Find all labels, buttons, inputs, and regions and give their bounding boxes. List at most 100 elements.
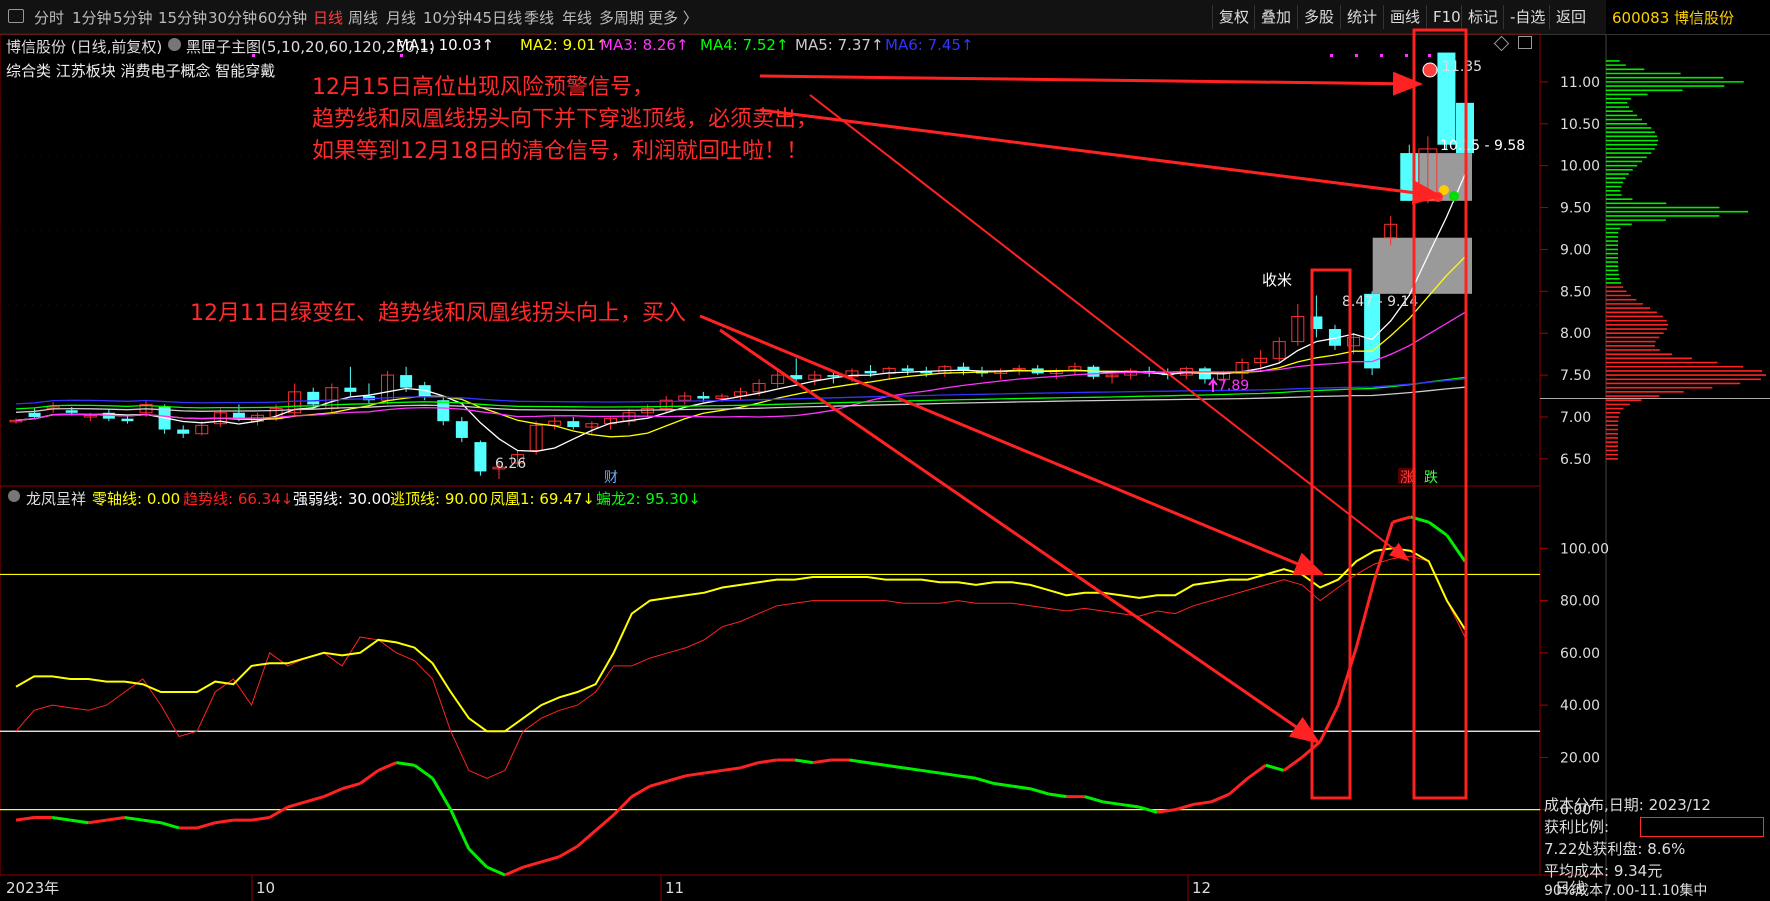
candle-body xyxy=(455,421,468,438)
candle-body xyxy=(567,421,580,428)
cost-title: 成本分布,日期: 2023/12 xyxy=(1544,796,1711,814)
dragon-segment xyxy=(341,782,361,791)
dragon-segment xyxy=(359,769,380,785)
dragon-segment xyxy=(396,761,415,767)
dragon-segment xyxy=(921,768,940,775)
candle-body xyxy=(121,418,134,422)
dragon-segment xyxy=(413,764,434,780)
avg-cost: 平均成本: 9.34元 xyxy=(1544,862,1663,880)
candle-body xyxy=(474,442,487,472)
dragon-segment xyxy=(305,795,325,804)
dragon-segment xyxy=(1193,800,1212,806)
date-label-12: 12 xyxy=(1192,879,1211,897)
dragon-segment xyxy=(722,766,741,772)
zhang-marker: 涨 xyxy=(1400,470,1414,486)
dragon-segment xyxy=(142,818,162,825)
signal-dot xyxy=(252,54,255,57)
profit-ratio-box xyxy=(1640,817,1764,837)
dragon-segment xyxy=(540,855,560,864)
cost-90: 90%成本7.00-11.10集中 xyxy=(1544,883,1708,899)
range-label-2: 8.47 - 9.14 xyxy=(1342,294,1418,310)
low-label: 6.26 xyxy=(495,456,526,472)
signal-dot xyxy=(1428,54,1431,57)
signal-dot xyxy=(1330,54,1333,57)
cai-marker: 财 xyxy=(604,470,618,486)
dragon-segment xyxy=(594,813,615,832)
dragon-segment xyxy=(1084,795,1104,804)
dragon-segment xyxy=(975,776,995,785)
signal-dot xyxy=(1355,54,1358,57)
profit-ratio-label: 获利比例: xyxy=(1544,818,1610,836)
dragon-segment xyxy=(467,847,488,869)
dragon-segment xyxy=(1228,777,1249,796)
dragon-segment xyxy=(1265,763,1285,772)
dragon-segment xyxy=(486,865,506,877)
die-marker: 跌 xyxy=(1424,470,1438,486)
price-tick-label: 6.50 xyxy=(1560,452,1591,468)
dragon-segment xyxy=(377,761,397,772)
dragon-segment xyxy=(1011,784,1031,791)
dragon-segment xyxy=(939,771,959,778)
signal-dot xyxy=(1405,54,1408,57)
dragon-segment xyxy=(685,771,705,778)
dragon-segment xyxy=(812,758,832,765)
dragon-segment xyxy=(867,761,886,767)
date-label-2023: 2023年 xyxy=(6,879,59,897)
phoenix-line xyxy=(15,547,1466,733)
dragon-segment xyxy=(251,816,270,822)
high-label: 11.35 xyxy=(1442,59,1482,75)
candle-body xyxy=(65,410,78,413)
dragon-segment xyxy=(649,779,669,788)
range-label-1: 10.15 - 9.58 xyxy=(1440,138,1525,154)
dragon-segment xyxy=(287,800,307,809)
dragon-segment xyxy=(1282,756,1303,772)
dragon-segment xyxy=(160,821,180,830)
low-789-label: 7.89 xyxy=(1218,378,1249,394)
sell-note-line-1: 趋势线和凤凰线拐头向下并下穿逃顶线，必须卖出， xyxy=(312,107,819,132)
dragon-segment xyxy=(70,818,89,825)
dragon-segment xyxy=(504,865,524,877)
buy-note: 12月11日绿变红、趋势线和凤凰线拐头向上，买入 xyxy=(190,301,686,326)
price-tick-label: 10.00 xyxy=(1560,159,1600,175)
dragon-segment xyxy=(758,758,777,765)
dragon-segment xyxy=(106,816,125,822)
candle-body xyxy=(400,375,413,388)
dragon-segment xyxy=(323,787,343,798)
price-tick-label: 7.00 xyxy=(1560,410,1591,426)
dragon-segment xyxy=(449,809,471,850)
risk-ball-icon xyxy=(1422,62,1438,78)
price-tick-label: 7.50 xyxy=(1560,368,1591,384)
dragon-segment xyxy=(1427,520,1448,537)
dragon-segment xyxy=(1336,647,1358,706)
candle-body xyxy=(344,387,357,392)
dragon-segment xyxy=(1318,704,1340,743)
dragon-segment xyxy=(268,805,289,819)
dragon-segment xyxy=(1392,515,1412,524)
dragon-segment xyxy=(612,795,633,816)
price-tick-label: 11.00 xyxy=(1560,75,1600,91)
dragon-segment xyxy=(124,816,144,822)
date-label-11: 11 xyxy=(665,879,684,897)
sub-tick-label: 100.00 xyxy=(1560,541,1609,557)
date-label-10: 10 xyxy=(256,879,275,897)
price-tick-label: 9.50 xyxy=(1560,201,1591,217)
dragon-segment xyxy=(704,768,723,775)
sell-ball-icon xyxy=(1449,191,1459,201)
sub-tick-label: 80.00 xyxy=(1560,594,1600,610)
dragon-segment xyxy=(957,774,977,780)
dragon-segment xyxy=(576,829,597,848)
dragon-segment xyxy=(848,758,868,765)
signal-dot xyxy=(400,54,403,57)
dragon-segment xyxy=(740,761,760,770)
dragon-segment xyxy=(993,782,1013,788)
dragon-segment xyxy=(1029,787,1049,796)
candle-body xyxy=(864,370,877,374)
dragon-segment xyxy=(903,766,922,772)
signal-dot xyxy=(1380,54,1383,57)
dragon-segment xyxy=(215,818,234,825)
dragon-segment xyxy=(1120,802,1140,809)
dragon-segment xyxy=(1048,792,1067,799)
dragon-segment xyxy=(431,777,452,811)
dragon-segment xyxy=(196,821,216,830)
candle-body xyxy=(28,412,41,417)
